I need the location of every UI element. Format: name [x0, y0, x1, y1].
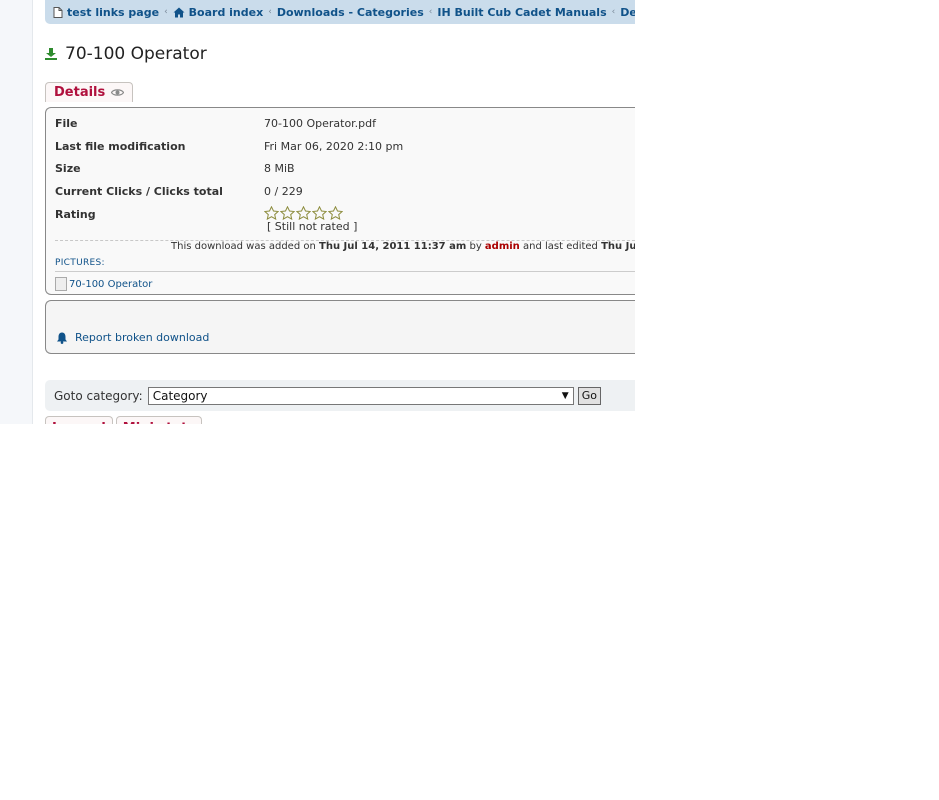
breadcrumb-label: Details: 70- — [620, 5, 635, 19]
page-title-text: 70-100 Operator — [65, 44, 207, 64]
goto-category-bar: Goto category: Category ▼ Go — [45, 380, 635, 411]
page-viewport: test links page ‹ Board index ‹ Download… — [0, 0, 635, 424]
download-icon — [45, 48, 57, 60]
edited-prefix: and last edited — [522, 241, 598, 252]
left-gutter — [0, 0, 33, 424]
breadcrumb: test links page ‹ Board index ‹ Download… — [45, 0, 635, 24]
dropdown-arrow-icon: ▼ — [561, 390, 569, 401]
tab-label: Details — [54, 85, 106, 100]
bell-icon — [57, 332, 67, 344]
detail-label: Last file modification — [55, 140, 186, 153]
added-prefix: This download was added on — [171, 241, 316, 252]
star-icon[interactable] — [280, 206, 295, 220]
detail-value: 8 MiB — [264, 162, 295, 175]
rating-status: [ Still not rated ] — [267, 220, 358, 233]
details-panel: File 70-100 Operator.pdf Last file modif… — [45, 107, 635, 295]
eye-icon — [111, 89, 125, 96]
tab-legend[interactable]: Legend — [45, 416, 113, 424]
breadcrumb-label: test links page — [67, 5, 160, 19]
actions-panel: Report broken download — [45, 300, 635, 354]
divider — [55, 271, 635, 272]
added-info: This download was added on Thu Jul 14, 2… — [171, 241, 635, 252]
picture-thumbnail[interactable]: 70-100 Operator — [55, 277, 152, 291]
main-content: test links page ‹ Board index ‹ Download… — [33, 0, 635, 424]
pictures-label: PICTURES: — [55, 258, 105, 268]
chevron-left-icon: ‹ — [268, 7, 272, 17]
file-icon — [53, 6, 63, 18]
star-icon[interactable] — [328, 206, 343, 220]
breadcrumb-item-downloads[interactable]: Downloads - Categories — [277, 6, 424, 19]
picture-alt-text: 70-100 Operator — [69, 278, 153, 290]
breadcrumb-item-test-links[interactable]: test links page — [53, 6, 159, 19]
home-icon — [173, 7, 185, 17]
added-date: Thu Jul 14, 2011 11:37 am — [319, 241, 467, 252]
report-label: Report broken download — [75, 331, 210, 344]
added-user-link[interactable]: admin — [485, 241, 520, 252]
added-by: by — [469, 241, 482, 252]
broken-image-icon — [55, 277, 67, 291]
breadcrumb-item-details[interactable]: Details: 70- — [620, 6, 635, 19]
breadcrumb-item-board-index[interactable]: Board index — [173, 5, 264, 19]
breadcrumb-label: Downloads - Categories — [276, 5, 424, 19]
detail-label: Current Clicks / Clicks total — [55, 185, 223, 198]
breadcrumb-label: Board index — [188, 5, 264, 19]
category-select[interactable]: Category ▼ — [147, 386, 574, 405]
tab-details[interactable]: Details — [45, 82, 134, 102]
star-icon[interactable] — [312, 206, 327, 220]
detail-value: 0 / 229 — [264, 185, 303, 198]
report-broken-link[interactable]: Report broken download — [56, 331, 209, 344]
goto-label: Goto category: — [54, 388, 143, 403]
detail-label: Rating — [55, 208, 96, 221]
chevron-left-icon: ‹ — [428, 7, 433, 17]
star-icon[interactable] — [264, 206, 279, 220]
bottom-tabs: Legend Mini stats — [45, 416, 205, 424]
detail-value: Fri Mar 06, 2020 2:10 pm — [264, 140, 404, 153]
page-title: 70-100 Operator — [45, 44, 207, 64]
breadcrumb-label: IH Built Cub Cadet Manuals — [437, 5, 607, 19]
edited-date: Thu Jul 28, 20 — [601, 241, 635, 252]
breadcrumb-item-category[interactable]: IH Built Cub Cadet Manuals — [437, 6, 606, 19]
detail-value: 70-100 Operator.pdf — [264, 117, 377, 130]
detail-label: File — [55, 117, 78, 130]
tab-mini-stats[interactable]: Mini stats — [115, 416, 203, 424]
star-icon[interactable] — [296, 206, 311, 220]
category-select-value: Category — [152, 388, 208, 403]
rating-stars — [264, 206, 344, 220]
detail-label: Size — [55, 162, 81, 175]
chevron-left-icon: ‹ — [611, 7, 616, 17]
go-button[interactable]: Go — [577, 386, 601, 405]
chevron-left-icon: ‹ — [164, 7, 168, 17]
